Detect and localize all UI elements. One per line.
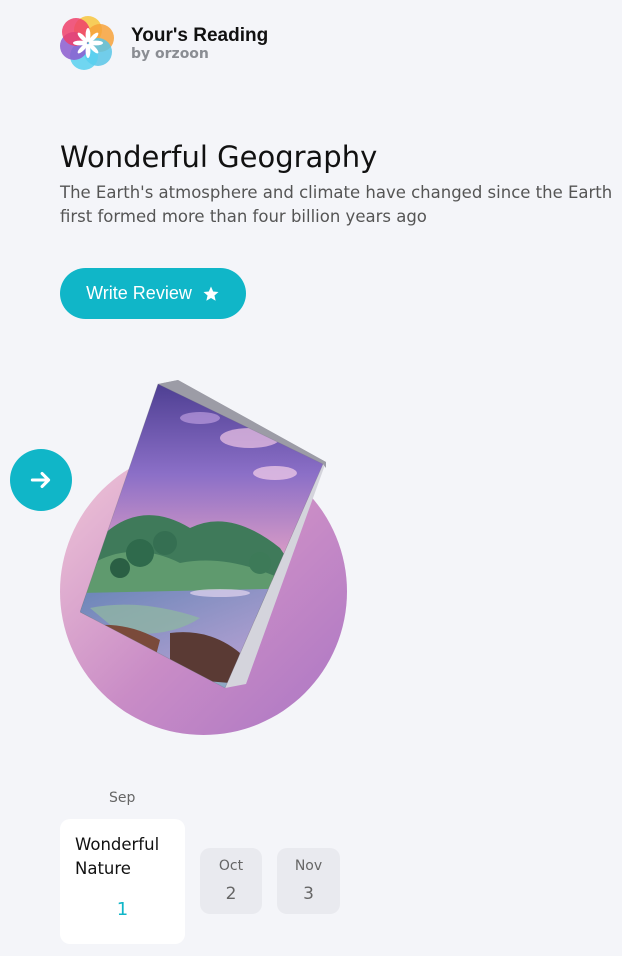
brand-text: Your's Reading by orzoon (131, 26, 268, 61)
write-review-label: Write Review (86, 283, 192, 303)
timeline-card-nov[interactable]: Nov 3 (277, 848, 340, 914)
book-description: The Earth's atmosphere and climate have … (60, 183, 613, 226)
arrow-right-icon (30, 471, 51, 489)
timeline-number: 2 (225, 884, 237, 904)
current-book-number: 1 (116, 899, 129, 920)
book-title: Wonderful Geography (60, 140, 378, 174)
book-cover-image (79, 378, 330, 690)
timeline-number: 3 (303, 884, 314, 904)
current-month-label: Sep (109, 790, 136, 806)
next-book-button[interactable] (10, 449, 72, 511)
timeline-card-oct[interactable]: Oct 2 (200, 848, 262, 914)
timeline-month: Nov (294, 858, 323, 874)
write-review-button[interactable]: Write Review (60, 268, 246, 319)
brand-header: Your's Reading by orzoon (60, 14, 268, 72)
timeline-month: Oct (218, 858, 244, 874)
brand-byline: by orzoon (131, 45, 209, 62)
flower-logo-icon (60, 14, 116, 72)
brand-name: Your's Reading (131, 24, 269, 46)
star-icon (202, 285, 220, 303)
current-book-title: Wonderful Nature (75, 835, 160, 878)
current-book-card[interactable]: Wonderful Nature 1 (60, 819, 185, 944)
